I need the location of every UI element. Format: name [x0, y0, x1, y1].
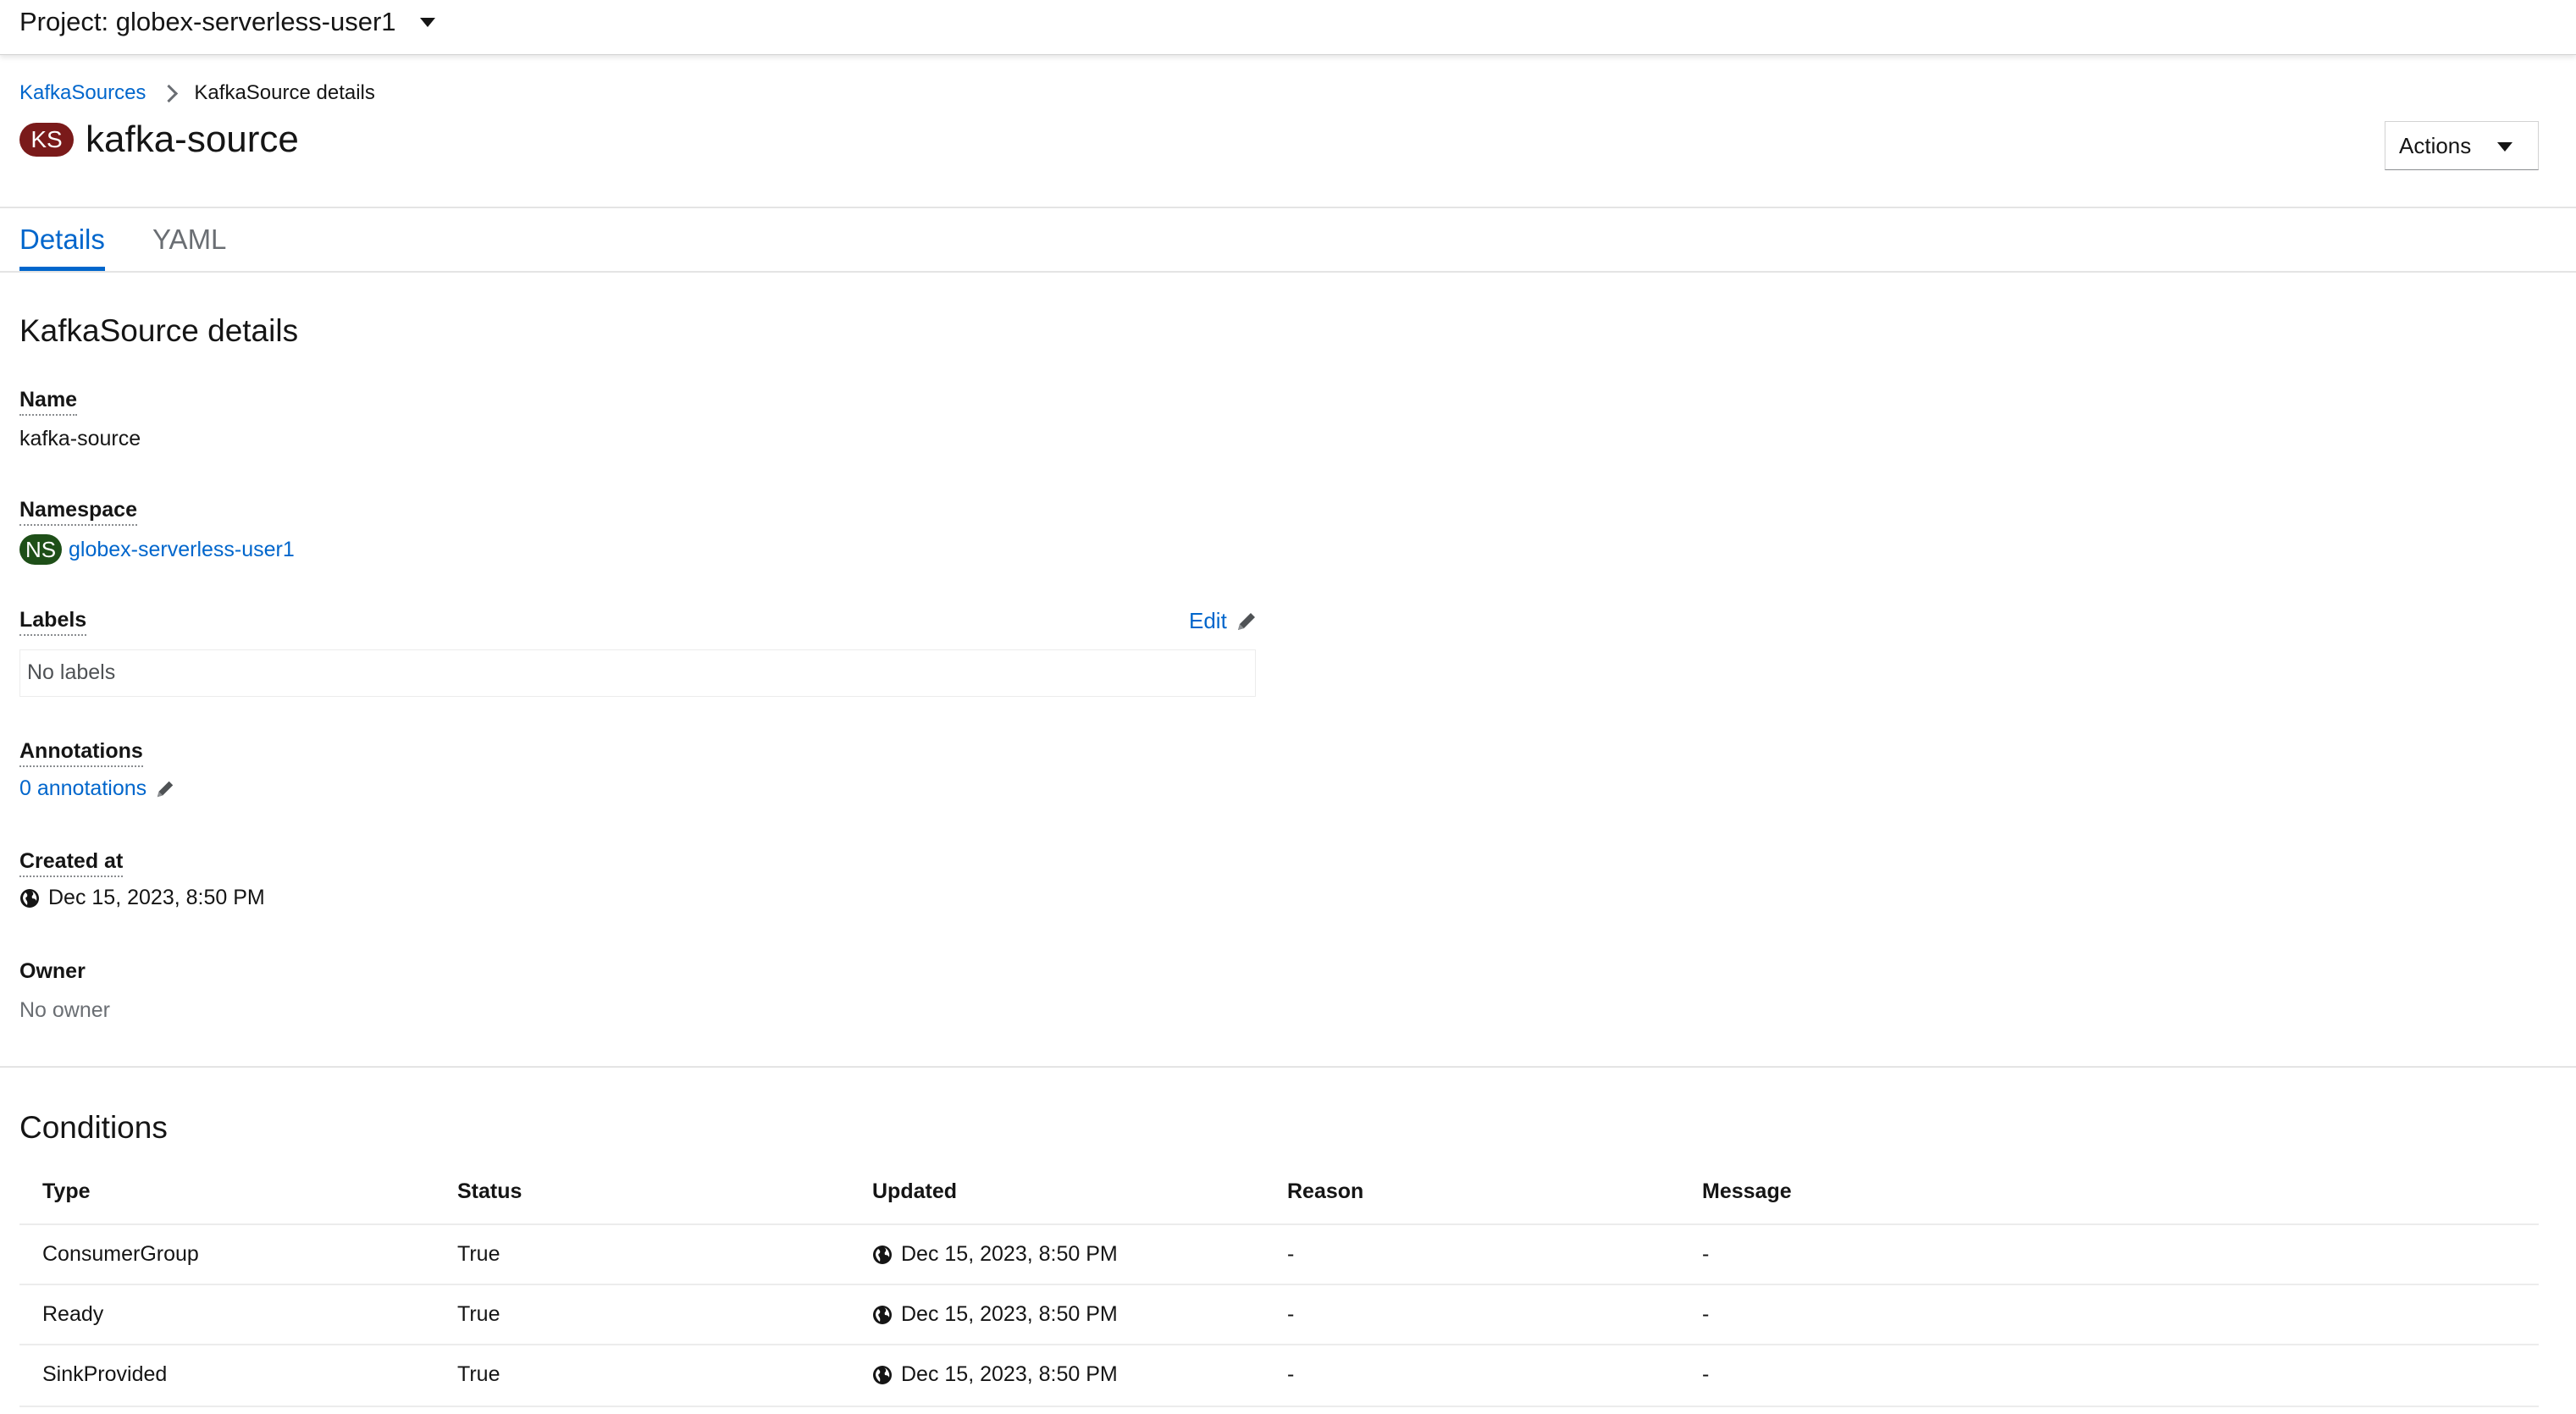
cell-reason: - — [1287, 1362, 1295, 1386]
cell-status: True — [457, 1242, 500, 1266]
project-switcher[interactable]: Project: globex-serverless-user1 — [19, 5, 435, 39]
column-header-updated: Updated — [872, 1179, 957, 1203]
cell-message: - — [1702, 1242, 1710, 1266]
project-label: Project: globex-serverless-user1 — [19, 7, 396, 36]
owner-label: Owner — [19, 959, 86, 983]
actions-label: Actions — [2399, 132, 2472, 158]
breadcrumb: KafkaSources KafkaSource details — [19, 81, 375, 105]
actions-dropdown-button[interactable]: Actions — [2385, 121, 2539, 170]
cell-status: True — [457, 1362, 500, 1386]
labels-box: No labels — [19, 649, 1256, 697]
cell-updated: Dec 15, 2023, 8:50 PM — [872, 1302, 1118, 1327]
cell-type: Ready — [42, 1302, 104, 1326]
annotations-row: 0 annotations — [19, 776, 175, 801]
cell-type: ConsumerGroup — [42, 1242, 199, 1266]
section-divider — [0, 1066, 2576, 1068]
tab-bar: Details YAML — [0, 208, 2576, 273]
globe-icon — [873, 1365, 892, 1384]
tab-details[interactable]: Details — [19, 224, 105, 256]
title-row: KS kafka-source — [19, 119, 299, 161]
table-row: Ready True Dec 15, 2023, 8:50 PM - - — [19, 1284, 2539, 1345]
pencil-icon[interactable] — [155, 779, 175, 799]
cell-updated-value: Dec 15, 2023, 8:50 PM — [901, 1362, 1118, 1386]
cell-message: - — [1702, 1362, 1710, 1386]
globe-icon — [873, 1305, 892, 1324]
cell-type: SinkProvided — [42, 1362, 168, 1386]
active-tab-indicator — [19, 267, 105, 271]
pencil-icon — [1237, 612, 1255, 630]
cell-updated: Dec 15, 2023, 8:50 PM — [872, 1242, 1118, 1267]
labels-label: Labels — [19, 608, 87, 636]
details-heading: KafkaSource details — [19, 313, 299, 348]
annotations-link[interactable]: 0 annotations — [19, 776, 146, 801]
caret-down-icon — [2497, 142, 2512, 152]
cell-status: True — [457, 1302, 500, 1326]
tab-yaml[interactable]: YAML — [152, 224, 226, 256]
caret-down-icon — [419, 17, 435, 27]
table-row: SinkProvided True Dec 15, 2023, 8:50 PM … — [19, 1344, 2539, 1407]
owner-value: No owner — [19, 998, 110, 1022]
annotations-label: Annotations — [19, 739, 143, 767]
cell-updated: Dec 15, 2023, 8:50 PM — [872, 1362, 1118, 1387]
cell-message: - — [1702, 1302, 1710, 1326]
namespace-label: Namespace — [19, 498, 137, 526]
edit-labels-button[interactable]: Edit — [1189, 608, 1258, 634]
column-header-message: Message — [1702, 1179, 1792, 1203]
cell-updated-value: Dec 15, 2023, 8:50 PM — [901, 1242, 1118, 1266]
labels-value: No labels — [27, 660, 116, 684]
table-row: ConsumerGroup True Dec 15, 2023, 8:50 PM… — [19, 1223, 2539, 1285]
created-at-value: Dec 15, 2023, 8:50 PM — [48, 886, 265, 909]
page-title: kafka-source — [86, 119, 299, 160]
column-header-type: Type — [42, 1179, 91, 1203]
breadcrumb-current: KafkaSource details — [194, 81, 375, 104]
column-header-status: Status — [457, 1179, 522, 1203]
namespace-badge: NS — [19, 534, 62, 565]
edit-labels-label: Edit — [1189, 608, 1227, 633]
namespace-link[interactable]: globex-serverless-user1 — [69, 538, 295, 562]
name-value: kafka-source — [19, 427, 141, 450]
globe-icon — [873, 1245, 892, 1264]
column-header-reason: Reason — [1287, 1179, 1364, 1203]
cell-reason: - — [1287, 1302, 1295, 1326]
conditions-heading: Conditions — [19, 1110, 168, 1145]
chevron-right-icon — [160, 84, 179, 102]
cell-reason: - — [1287, 1242, 1295, 1266]
created-at-row: Dec 15, 2023, 8:50 PM — [19, 886, 265, 910]
resource-badge: KS — [19, 123, 74, 157]
globe-icon — [20, 888, 39, 908]
project-bar: Project: globex-serverless-user1 — [0, 0, 2576, 55]
breadcrumb-kafkasources-link[interactable]: KafkaSources — [19, 81, 146, 105]
created-at-label: Created at — [19, 849, 124, 877]
namespace-value-row: NS globex-serverless-user1 — [19, 534, 295, 565]
name-label: Name — [19, 388, 78, 416]
cell-updated-value: Dec 15, 2023, 8:50 PM — [901, 1302, 1118, 1326]
